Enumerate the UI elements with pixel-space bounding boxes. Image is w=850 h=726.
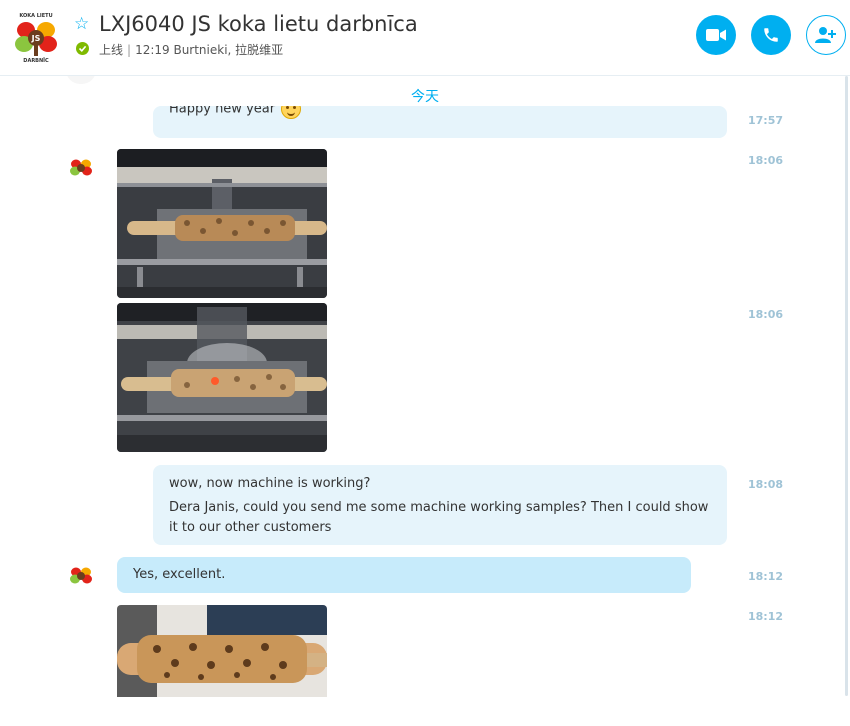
svg-text:DARBNĪC: DARBNĪC xyxy=(23,57,49,64)
status-text: 上线 xyxy=(99,43,124,57)
favorite-star-icon[interactable]: ☆ xyxy=(74,15,92,33)
contact-avatar[interactable] xyxy=(66,152,96,182)
audio-call-button[interactable] xyxy=(751,15,791,55)
message-timestamp: 18:06 xyxy=(748,154,784,167)
svg-text:KOKA LIETU: KOKA LIETU xyxy=(19,13,52,19)
date-separator: 今天 xyxy=(411,89,439,105)
message-text: wow, now machine is working? xyxy=(169,476,371,491)
video-call-button[interactable] xyxy=(696,15,736,55)
message-list[interactable]: Happy new year 今天 17:57 18:06 18:06 wow,… xyxy=(0,76,850,726)
avatar xyxy=(66,76,96,84)
message-text: Happy new year xyxy=(169,106,276,117)
phone-icon xyxy=(764,28,778,42)
online-status-icon xyxy=(76,42,89,55)
contact-avatar[interactable] xyxy=(66,560,96,590)
add-person-icon xyxy=(815,27,836,43)
message-bubble[interactable]: wow, now machine is working? Dera Janis,… xyxy=(153,465,727,545)
message-timestamp: 18:06 xyxy=(748,308,784,321)
add-participant-button[interactable] xyxy=(806,15,846,55)
message-timestamp: 18:12 xyxy=(748,570,784,583)
scrollbar[interactable] xyxy=(845,76,848,696)
conversation-header: JS KOKA LIETU DARBNĪC ☆ LXJ6040 JS koka … xyxy=(0,0,850,76)
shared-image[interactable] xyxy=(117,303,327,452)
message-timestamp: 18:12 xyxy=(748,610,784,623)
message-text: Yes, excellent. xyxy=(133,567,226,582)
message-text: Dera Janis, could you send me some machi… xyxy=(169,500,709,535)
message-timestamp: 18:08 xyxy=(748,478,784,491)
divider: | xyxy=(127,43,132,57)
local-time-text: 12:19 Burtnieki, 拉脱维亚 xyxy=(135,43,284,57)
message-bubble[interactable]: Happy new year xyxy=(153,106,727,138)
contact-subtitle: 上线 | 12:19 Burtnieki, 拉脱维亚 xyxy=(99,41,283,58)
message-bubble[interactable]: Yes, excellent. xyxy=(117,557,691,593)
video-camera-icon xyxy=(706,29,726,41)
contact-avatar[interactable]: JS KOKA LIETU DARBNĪC xyxy=(8,8,64,64)
svg-text:JS: JS xyxy=(31,34,41,43)
shared-image[interactable] xyxy=(117,605,327,697)
message-timestamp: 17:57 xyxy=(748,114,784,127)
shared-image[interactable] xyxy=(117,149,327,298)
smile-emoji-icon xyxy=(281,106,302,119)
conversation-title: LXJ6040 JS koka lietu darbnīca xyxy=(99,12,418,36)
